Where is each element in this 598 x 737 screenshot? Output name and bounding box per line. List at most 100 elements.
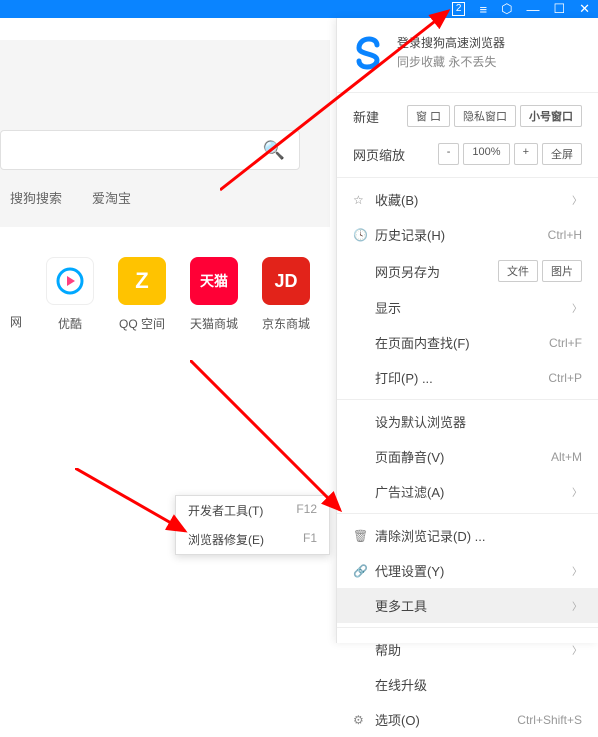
zoom-out-button[interactable]: - [438, 143, 460, 165]
shortcut: Ctrl+F [549, 336, 582, 350]
submenu-label: 浏览器修复(E) [188, 531, 264, 548]
search-icon[interactable]: 🔍 [263, 140, 285, 161]
menu-show[interactable]: 显示 〉 [337, 290, 598, 325]
minimize-icon[interactable]: — [526, 2, 539, 17]
tile-qqzone[interactable]: Z QQ 空间 [118, 257, 166, 332]
menu-label: 更多工具 [375, 596, 427, 615]
page-content: 🔍 搜狗搜索 爱淘宝 网 优酷 Z QQ 空间 天猫 天猫商城 JD 京东商城 [0, 40, 330, 332]
menu-label: 新建 [353, 107, 379, 126]
chevron-right-icon: 〉 [572, 300, 582, 315]
menu-print[interactable]: 打印(P) ... Ctrl+P [337, 360, 598, 395]
clock-icon: 🕓 [353, 228, 367, 242]
menu-label: 广告过滤(A) [375, 482, 444, 501]
menu-history[interactable]: 🕓 历史记录(H) Ctrl+H [337, 217, 598, 252]
menu-mute[interactable]: 页面静音(V) Alt+M [337, 439, 598, 474]
chevron-right-icon: 〉 [572, 642, 582, 657]
menu-default-browser[interactable]: 设为默认浏览器 [337, 404, 598, 439]
menu-favorites[interactable]: ☆ 收藏(B) 〉 [337, 182, 598, 217]
jd-icon: JD [262, 257, 310, 305]
search-area: 🔍 搜狗搜索 爱淘宝 [0, 50, 330, 227]
menu-label: 打印(P) ... [375, 368, 433, 387]
menu-adfilter[interactable]: 广告过滤(A) 〉 [337, 474, 598, 509]
tile-label: 优酷 [58, 315, 82, 332]
menu-clear[interactable]: 🗑 清除浏览记录(D) ... [337, 518, 598, 553]
new-private-button[interactable]: 隐私窗口 [454, 105, 516, 127]
shortcut: Ctrl+Shift+S [517, 713, 582, 727]
tile-label: 天猫商城 [190, 315, 238, 332]
close-icon[interactable]: ✕ [579, 1, 590, 17]
menu-new: 新建 窗 口 隐私窗口 小号窗口 [337, 97, 598, 135]
menu-label: 清除浏览记录(D) ... [375, 526, 486, 545]
search-tab-sogou[interactable]: 搜狗搜索 [10, 188, 62, 207]
menu-label: 设为默认浏览器 [375, 412, 466, 431]
menu-label: 选项(O) [375, 710, 420, 729]
menu-label: 历史记录(H) [375, 225, 445, 244]
zoom-in-button[interactable]: + [514, 143, 538, 165]
shortcut: Alt+M [551, 450, 582, 464]
menu-label: 网页另存为 [375, 262, 440, 281]
menu-header-title: 登录搜狗高速浏览器 [397, 34, 505, 53]
menu-icon[interactable]: ≡ [479, 2, 487, 17]
new-window-button[interactable]: 窗 口 [407, 105, 450, 127]
star-icon: ☆ [353, 193, 367, 207]
submenu-label: 开发者工具(T) [188, 502, 263, 519]
submenu-repair[interactable]: 浏览器修复(E) F1 [176, 525, 329, 554]
tile-label: 京东商城 [262, 315, 310, 332]
trash-icon: 🗑 [353, 529, 367, 543]
menu-options[interactable]: ⚙ 选项(O) Ctrl+Shift+S [337, 702, 598, 737]
menu-header-subtitle: 同步收藏 永不丢失 [397, 53, 505, 72]
titlebar: 2 ≡ ⬡ — ☐ ✕ [0, 0, 598, 18]
chevron-right-icon: 〉 [572, 598, 582, 613]
qqzone-icon: Z [118, 257, 166, 305]
tmall-icon: 天猫 [190, 257, 238, 305]
menu-label: 收藏(B) [375, 190, 418, 209]
menu-saveas: 网页另存为 文件 图片 [337, 252, 598, 290]
tile-label: QQ 空间 [119, 315, 165, 332]
menu-more-tools[interactable]: 更多工具 〉 [337, 588, 598, 623]
shortcut: Ctrl+H [548, 228, 582, 242]
tile-tmall[interactable]: 天猫 天猫商城 [190, 257, 238, 332]
tile-youku[interactable]: 优酷 [46, 257, 94, 332]
extensions-icon[interactable]: ⬡ [501, 1, 512, 17]
menu-label: 网页缩放 [353, 145, 405, 164]
menu-label: 在页面内查找(F) [375, 333, 470, 352]
chevron-right-icon: 〉 [572, 192, 582, 207]
maximize-icon[interactable]: ☐ [553, 1, 565, 17]
menu-label: 显示 [375, 298, 401, 317]
youku-icon [46, 257, 94, 305]
shortcut: Ctrl+P [548, 371, 582, 385]
menu-zoom: 网页缩放 - 100% + 全屏 [337, 135, 598, 173]
more-tools-submenu: 开发者工具(T) F12 浏览器修复(E) F1 [175, 495, 330, 555]
chevron-right-icon: 〉 [572, 484, 582, 499]
menu-find[interactable]: 在页面内查找(F) Ctrl+F [337, 325, 598, 360]
tiles: 网 优酷 Z QQ 空间 天猫 天猫商城 JD 京东商城 [0, 227, 330, 332]
menu-label: 在线升级 [375, 675, 427, 694]
link-icon: 🔗 [353, 564, 367, 578]
search-tabs: 搜狗搜索 爱淘宝 [0, 188, 330, 207]
menu-label: 页面静音(V) [375, 447, 444, 466]
gear-icon: ⚙ [353, 713, 367, 727]
new-small-button[interactable]: 小号窗口 [520, 105, 582, 127]
tile-jd[interactable]: JD 京东商城 [262, 257, 310, 332]
sogou-logo-icon [351, 35, 387, 71]
chevron-right-icon: 〉 [572, 563, 582, 578]
save-file-button[interactable]: 文件 [498, 260, 538, 282]
menu-header-text: 登录搜狗高速浏览器 同步收藏 永不丢失 [397, 34, 505, 72]
menu-header[interactable]: 登录搜狗高速浏览器 同步收藏 永不丢失 [337, 18, 598, 88]
submenu-devtools[interactable]: 开发者工具(T) F12 [176, 496, 329, 525]
search-tab-aitaobao[interactable]: 爱淘宝 [92, 188, 131, 207]
tile-label-left: 网 [10, 313, 22, 332]
shortcut: F1 [303, 531, 317, 548]
menu-label: 代理设置(Y) [375, 561, 444, 580]
search-box[interactable]: 🔍 [0, 130, 300, 170]
save-image-button[interactable]: 图片 [542, 260, 582, 282]
menu-help[interactable]: 帮助 〉 [337, 632, 598, 667]
menu-proxy[interactable]: 🔗 代理设置(Y) 〉 [337, 553, 598, 588]
shortcut: F12 [296, 502, 317, 519]
menu-update[interactable]: 在线升级 [337, 667, 598, 702]
tab-count-badge: 2 [452, 2, 466, 16]
zoom-value: 100% [463, 143, 509, 165]
menu-label: 帮助 [375, 640, 401, 659]
main-menu: 登录搜狗高速浏览器 同步收藏 永不丢失 新建 窗 口 隐私窗口 小号窗口 网页缩… [336, 18, 598, 643]
fullscreen-button[interactable]: 全屏 [542, 143, 582, 165]
